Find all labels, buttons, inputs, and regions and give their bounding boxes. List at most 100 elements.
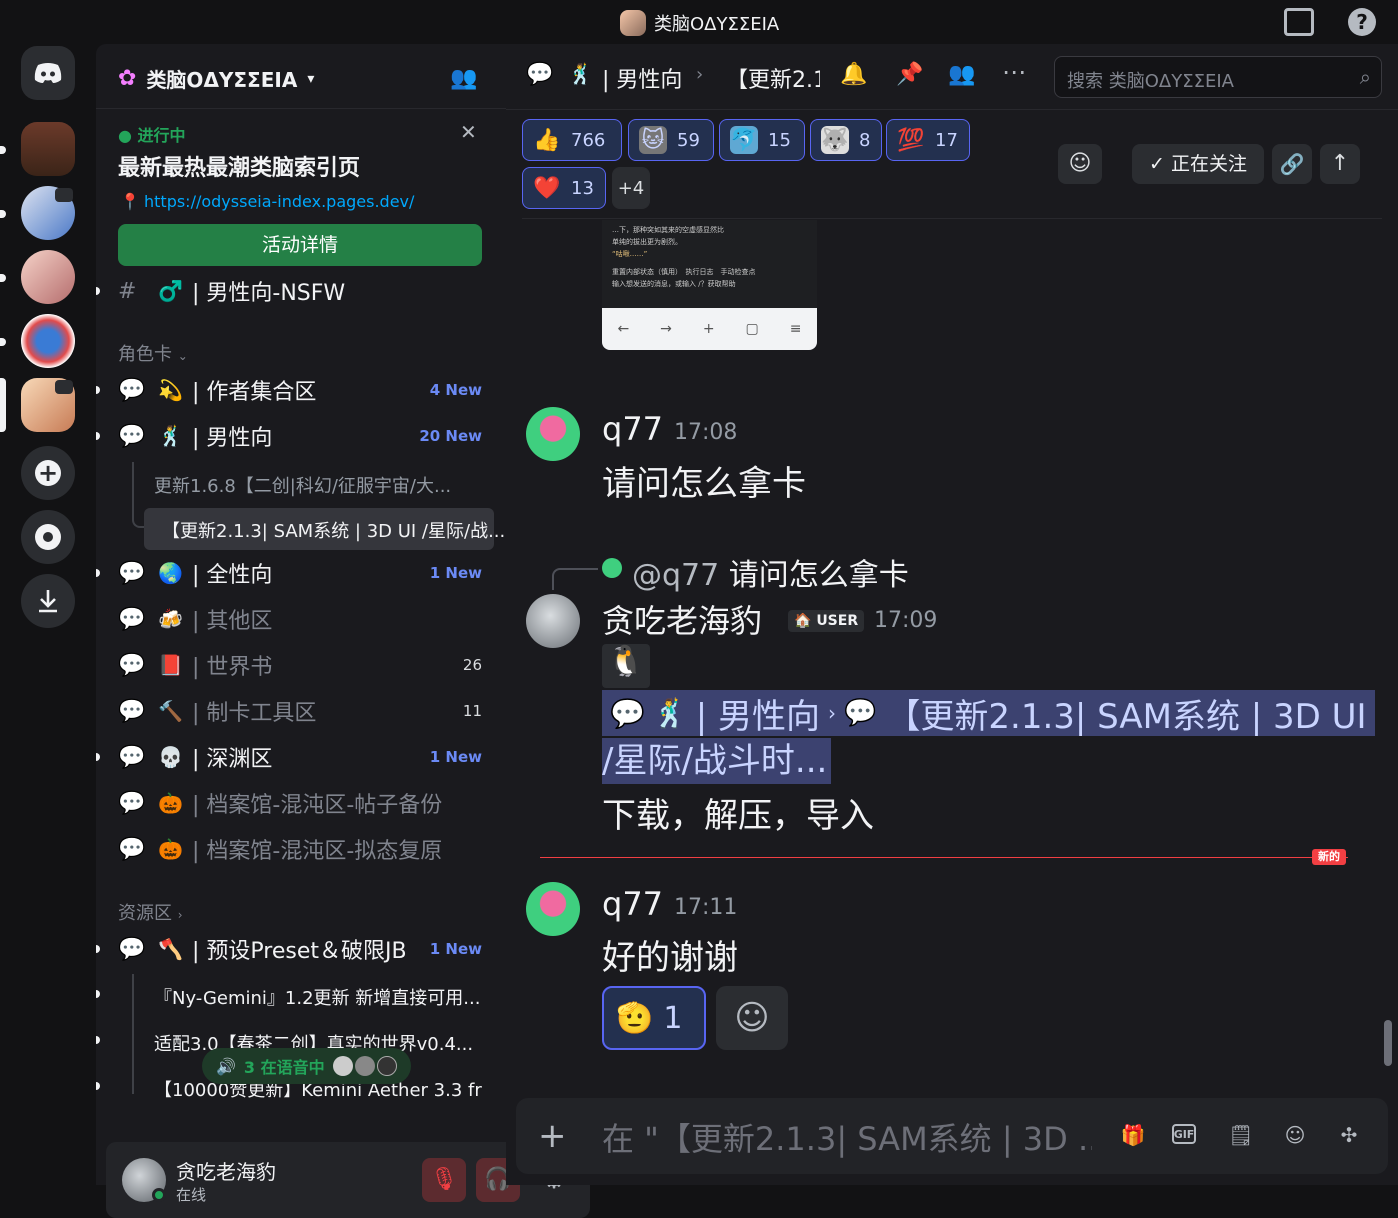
invite-members-icon[interactable]: 👥 [450,66,477,91]
channel-authors[interactable]: 💬 💫 | 作者集合区 4 New [96,370,506,410]
menu-icon: ≡ [789,321,802,337]
avatar[interactable] [526,882,580,936]
server-odysseia[interactable] [21,378,75,432]
thread-item[interactable]: 『Ny-Gemini』1.2更新 新增直接可用... [154,984,480,1010]
channel-name: | 其他区 [192,609,273,634]
channel-male[interactable]: 💬 🕺 | 男性向 20 New [96,416,506,456]
event-status: ● 进行中 [118,126,186,145]
apps-icon[interactable]: ✣ [1334,1120,1364,1150]
topbar-thread[interactable]: 【更新2.1.3 [726,62,820,94]
channel-emoji: 📕 [158,653,183,677]
channel-all[interactable]: 💬 🌏 | 全性向 1 New [96,553,506,593]
thread-item[interactable]: 更新1.6.8【二创|科幻/征服宇宙/大... [154,472,451,498]
channel-worldbook[interactable]: 💬 📕 | 世界书 26 [96,645,506,685]
forum-icon: 💬 [118,606,146,632]
close-icon[interactable]: ✕ [460,120,477,144]
server-library[interactable] [21,122,75,176]
thread-item-selected[interactable]: 【更新2.1.3| SAM系统 | 3D UI /星际/战... [144,508,505,550]
channel-abyss[interactable]: 💬 💀 | 深渊区 1 New [96,737,506,777]
pin-icon[interactable]: 📌 [896,62,923,87]
title-bar: 类脑ΟΔΥΣΣΕΙΑ ? [0,0,1398,44]
back-icon: ← [617,321,630,337]
channel-archive-posts[interactable]: 💬 🎃 | 档案馆-混沌区-帖子备份 [96,783,506,823]
attach-plus-icon[interactable]: + [538,1116,567,1156]
message-author[interactable]: q77 [602,885,663,923]
avatar[interactable] [526,407,580,461]
channel-name: | 制卡工具区 [192,701,317,726]
reply-preview[interactable]: @q77 请问怎么拿卡 [632,550,909,594]
channel-emoji: 🌏 [158,561,183,585]
scroll-up-icon[interactable]: ↑ [1320,144,1360,184]
message-text: 请问怎么拿卡 [602,464,806,504]
help-icon[interactable]: ? [1348,8,1376,36]
role-tag: 🏠 USER [788,610,865,632]
search-input[interactable]: 搜索 类脑ΟΔΥΣΣΕΙΑ ⌕ [1054,56,1382,98]
channel-emoji: 🎃 [158,837,183,861]
voice-avatar [354,1056,375,1076]
message-text: 下载，解压，导入 [602,796,874,836]
message-text: 好的谢谢 [602,938,738,978]
channel-preset[interactable]: 💬 🪓 | 预设Preset＆破限JB 1 New [96,929,506,969]
add-reaction-icon[interactable]: ☺ [716,986,788,1050]
link-icon[interactable]: 🔗 [1272,144,1312,184]
reaction-thumbs[interactable]: 👍 766 [522,119,622,161]
voice-activity-pill[interactable]: 🔊 3 在语音中 [202,1048,411,1084]
category-character-cards[interactable]: 角色卡 ⌄ [118,340,188,366]
server-swirl[interactable] [21,314,75,368]
category-resources[interactable]: 资源区 › [118,899,183,925]
message-input[interactable]: 在 "【更新2.1.3| SAM系统 | 3D ... [602,1114,1092,1160]
discover-icon[interactable] [21,510,75,564]
avatar[interactable] [526,594,580,648]
add-server-icon[interactable]: + [21,446,75,500]
message-author[interactable]: 贪吃老海豹 [602,596,762,642]
new-badge: 20 New [419,427,482,445]
server-anime[interactable] [21,250,75,304]
reaction-wolf[interactable]: 🐺 8 [810,119,882,161]
sticker-icon[interactable]: 🗒 [1226,1120,1256,1150]
add-reaction-icon[interactable]: ☺ [1058,144,1102,184]
scrollbar-thumb[interactable] [1384,1020,1392,1066]
server-dolphin[interactable] [21,186,75,240]
chevron-right-icon: › [696,64,704,85]
server-header[interactable]: ✿ 类脑ΟΔΥΣΣΕΙΑ ▾ [118,64,314,93]
more-icon[interactable]: ⋯ [1002,58,1026,86]
channel-mention-link[interactable]: 💬 🕺 | 男性向 › 💬 【更新2.1.3| SAM系统 | 3D UI [602,690,1375,737]
download-icon[interactable] [21,574,75,628]
members-icon[interactable]: 👥 [948,62,975,87]
event-link[interactable]: https://odysseia-index.pages.dev/ [144,192,414,211]
event-details-button[interactable]: 活动详情 [118,224,482,266]
channel-archive-restore[interactable]: 💬 🎃 | 档案馆-混沌区-拟态复原 [96,829,506,869]
gif-icon[interactable]: GIF [1172,1124,1196,1144]
reaction-heart[interactable]: ❤️ 13 [522,167,606,209]
topbar-channel[interactable]: | 男性向 [602,62,682,94]
discord-home-icon[interactable] [21,46,75,100]
voice-avatar [332,1056,353,1076]
mute-mic-icon[interactable]: 🎙 [422,1158,466,1202]
new-badge: 1 New [429,564,482,582]
bell-icon[interactable]: 🔔 [840,62,867,87]
thread-icon: 💬 [844,698,877,728]
forum-icon: 💬 [118,652,146,678]
reaction-hundred[interactable]: 💯 17 [886,119,970,161]
gift-icon[interactable]: 🎁 [1118,1120,1148,1150]
channel-nsfw[interactable]: # ♂️ | 男性向-NSFW [96,271,506,311]
attached-image[interactable]: …下，那种突如其来的空虚感显然比 单纯的拔出更为剧烈。 “咕啾……” 重置内部状… [602,220,817,350]
emoji-icon[interactable]: ☺ [1280,1120,1310,1150]
channel-name: | 全性向 [192,563,273,588]
reaction-salute[interactable]: 🫡 1 [602,986,706,1050]
channel-tools[interactable]: 💬 🔨 | 制卡工具区 11 [96,691,506,731]
message-time: 17:08 [674,420,738,445]
channel-other[interactable]: 💬 🍻 | 其他区 [96,599,506,639]
event-title: 最新最热最潮类脑索引页 [118,156,361,181]
reaction-dolphin[interactable]: 🐬 15 [719,119,805,161]
message-author[interactable]: q77 [602,410,663,448]
more-reactions[interactable]: +4 [612,167,650,209]
channel-mention-link-cont[interactable]: /星际/战斗时... [602,738,832,784]
server-name: 类脑ΟΔΥΣΣΕΙΑ [146,68,298,92]
count-badge: 11 [462,702,482,720]
channel-name: | 男性向 [192,426,273,451]
forward-icon: → [660,321,672,337]
following-button[interactable]: ✓ 正在关注 [1132,144,1264,184]
inbox-icon[interactable] [1284,8,1314,36]
reaction-cat[interactable]: 🐱 59 [628,119,714,161]
